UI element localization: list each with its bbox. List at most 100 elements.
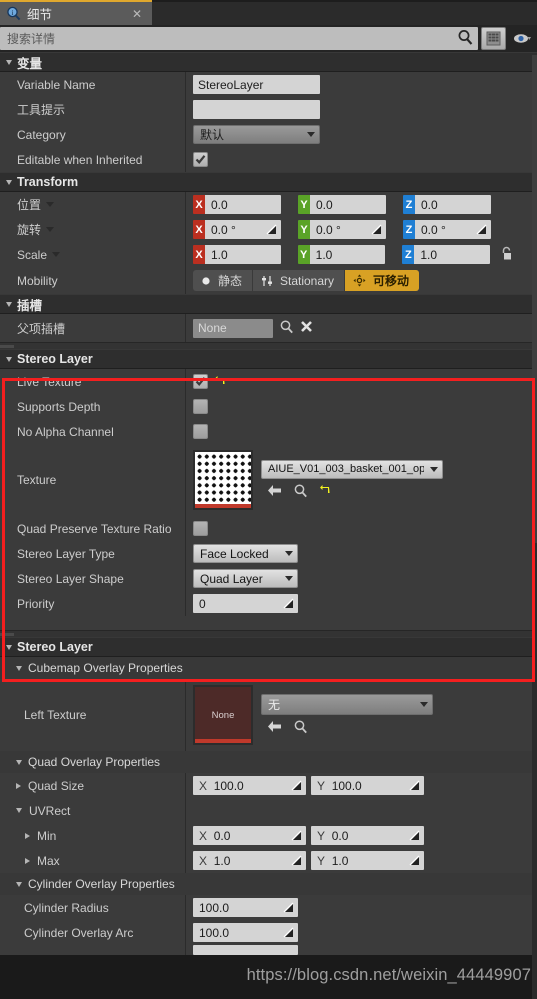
stereo-layer-shape-dropdown[interactable]: Quad Layer <box>193 569 298 588</box>
live-texture-checkbox[interactable] <box>193 374 208 389</box>
section-header-socket[interactable]: 插槽 <box>0 294 537 314</box>
uvrect-max-y-input[interactable]: Y 1.0 <box>311 851 424 870</box>
section-header-stereo-layer-2[interactable]: Stereo Layer <box>0 637 537 657</box>
location-x-input[interactable]: 0.0 <box>205 195 281 214</box>
clear-icon[interactable] <box>300 320 313 336</box>
cylinder-overlay-arc-input[interactable]: 100.0 <box>193 923 298 942</box>
section-padding <box>0 616 537 630</box>
quad-size-x-input[interactable]: X 100.0 <box>193 776 306 795</box>
uvrect-min-x-input[interactable]: X 0.0 <box>193 826 306 845</box>
scale-x-input[interactable]: 1.0 <box>205 245 281 264</box>
subsection-cubemap-overlay-properties[interactable]: Cubemap Overlay Properties <box>0 657 537 679</box>
category-dropdown[interactable]: 默认 <box>193 125 320 144</box>
tab-bar: i 细节 ✕ <box>0 0 537 25</box>
chevron-right-icon[interactable] <box>16 782 21 789</box>
section-splitter[interactable] <box>0 342 537 349</box>
mobility-toggle-group[interactable]: 静态 Stationary 可移动 <box>193 270 419 291</box>
left-texture-dropdown[interactable]: 无 <box>261 693 433 715</box>
mobility-movable-button[interactable]: 可移动 <box>345 270 419 291</box>
rotation-x[interactable]: X 0.0 ° <box>193 220 281 239</box>
scale-x[interactable]: X 1.0 <box>193 245 281 264</box>
left-texture-thumbnail[interactable]: None <box>193 685 253 745</box>
editable-when-inherited-checkbox[interactable] <box>193 152 208 167</box>
uvrect-max-x-input[interactable]: X 1.0 <box>193 851 306 870</box>
variable-name-input[interactable]: StereoLayer <box>193 75 320 94</box>
section-header-variable[interactable]: 变量 <box>0 52 537 72</box>
location-z-input[interactable]: 0.0 <box>415 195 491 214</box>
scale-z[interactable]: Z 1.0 <box>402 245 491 264</box>
reset-to-default-icon[interactable] <box>319 484 331 499</box>
rotation-z[interactable]: Z 0.0 ° <box>403 220 491 239</box>
section-splitter-2[interactable] <box>0 630 537 637</box>
parent-socket-value[interactable]: None <box>193 318 273 338</box>
spinner-icon[interactable] <box>476 224 487 235</box>
location-y-input[interactable]: 0.0 <box>310 195 386 214</box>
use-selected-asset-icon[interactable] <box>267 720 282 736</box>
scale-y-input[interactable]: 1.0 <box>309 245 386 264</box>
vertical-scrollbar[interactable] <box>532 55 537 999</box>
search-input[interactable]: 搜索详情 <box>0 27 478 50</box>
scale-z-input[interactable]: 1.0 <box>414 245 491 264</box>
subsection-cylinder-overlay-properties[interactable]: Cylinder Overlay Properties <box>0 873 537 895</box>
section-title: Transform <box>17 175 79 189</box>
spinner-icon[interactable] <box>409 855 420 866</box>
use-selected-asset-icon[interactable] <box>267 484 282 500</box>
spinner-icon[interactable] <box>291 855 302 866</box>
eye-visibility-icon[interactable] <box>509 27 535 50</box>
quad-preserve-texture-ratio-checkbox[interactable] <box>193 521 208 536</box>
supports-depth-checkbox[interactable] <box>193 399 208 414</box>
chevron-right-icon[interactable] <box>25 832 30 839</box>
no-alpha-channel-checkbox[interactable] <box>193 424 208 439</box>
browse-icon[interactable] <box>279 319 294 337</box>
texture-asset-dropdown[interactable]: AIUE_V01_003_basket_001_opacity_01 <box>261 459 443 479</box>
quad-size-y-input[interactable]: Y 100.0 <box>311 776 424 795</box>
tab-details[interactable]: i 细节 ✕ <box>0 0 152 25</box>
rotation-label: 旋转 <box>17 223 42 237</box>
cylinder-radius-input[interactable]: 100.0 <box>193 898 298 917</box>
mobility-stationary-button[interactable]: Stationary <box>253 270 344 291</box>
section-header-transform[interactable]: Transform <box>0 172 537 192</box>
spinner-icon[interactable] <box>283 902 294 913</box>
spinner-icon[interactable] <box>409 830 420 841</box>
tooltip-input[interactable] <box>193 100 320 119</box>
rotation-z-input[interactable]: 0.0 ° <box>415 220 491 239</box>
scrollbar-thumb[interactable] <box>532 55 537 543</box>
location-label: 位置 <box>17 198 42 212</box>
uvrect-min-y-input[interactable]: Y 0.0 <box>311 826 424 845</box>
browse-icon[interactable] <box>293 719 308 737</box>
stereo-layer-type-dropdown[interactable]: Face Locked <box>193 544 298 563</box>
browse-icon[interactable] <box>293 483 308 501</box>
chevron-down-icon[interactable] <box>52 252 61 257</box>
reset-to-default-icon[interactable] <box>214 375 226 389</box>
spinner-icon[interactable] <box>291 830 302 841</box>
search-icon[interactable] <box>457 29 474 49</box>
value: 0.0 ° <box>316 222 341 237</box>
priority-input[interactable]: 0 <box>193 594 298 613</box>
chevron-down-icon[interactable] <box>46 227 55 232</box>
location-x[interactable]: X 0.0 <box>193 195 281 214</box>
spinner-icon[interactable] <box>283 927 294 938</box>
scale-lock-icon[interactable] <box>496 246 513 264</box>
spinner-icon[interactable] <box>409 780 420 791</box>
chevron-down-icon[interactable] <box>46 202 55 207</box>
section-header-stereo-layer[interactable]: Stereo Layer <box>0 349 537 369</box>
next-input-partial[interactable] <box>193 945 298 955</box>
scale-y[interactable]: Y 1.0 <box>297 245 386 264</box>
rotation-x-input[interactable]: 0.0 ° <box>205 220 281 239</box>
spinner-icon[interactable] <box>283 598 294 609</box>
location-z[interactable]: Z 0.0 <box>403 195 491 214</box>
grid-view-icon[interactable] <box>481 27 506 50</box>
close-icon[interactable]: ✕ <box>132 7 146 21</box>
subsection-quad-overlay-properties[interactable]: Quad Overlay Properties <box>0 751 537 773</box>
texture-thumbnail[interactable] <box>193 450 253 510</box>
spinner-icon[interactable] <box>266 224 277 235</box>
rotation-y[interactable]: Y 0.0 ° <box>298 220 386 239</box>
rotation-y-input[interactable]: 0.0 ° <box>310 220 386 239</box>
spinner-icon[interactable] <box>291 780 302 791</box>
stereo-layer-type-value: Face Locked <box>200 546 269 561</box>
location-y[interactable]: Y 0.0 <box>298 195 386 214</box>
chevron-right-icon[interactable] <box>25 857 30 864</box>
spinner-icon[interactable] <box>371 224 382 235</box>
chevron-down-icon[interactable] <box>16 808 22 813</box>
mobility-static-button[interactable]: 静态 <box>193 270 252 291</box>
